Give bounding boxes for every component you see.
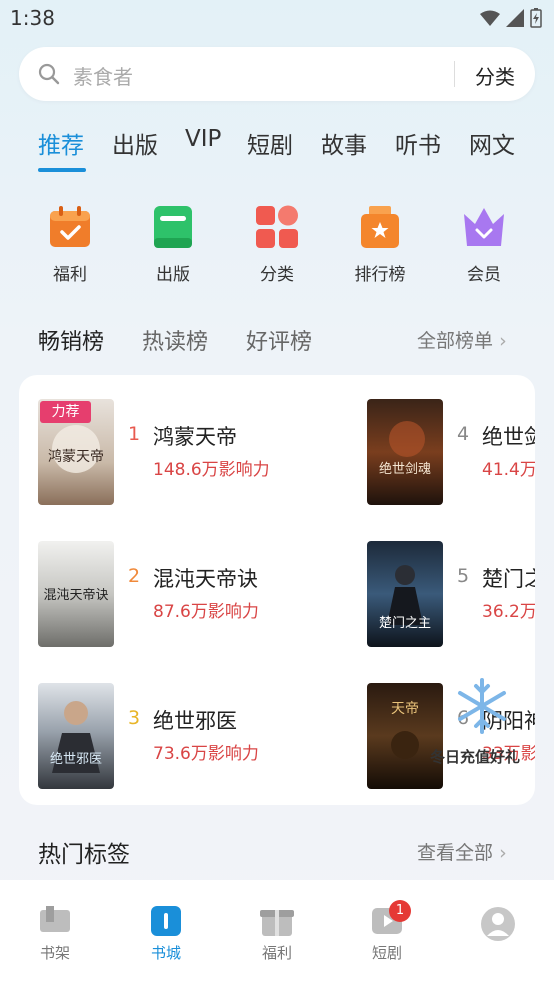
rank-tab-hot[interactable]: 热读榜 bbox=[142, 324, 208, 356]
book-item[interactable]: 绝世剑魂 4 绝世剑 41.4万 bbox=[367, 399, 535, 505]
tab-recommend[interactable]: 推荐 bbox=[38, 126, 84, 160]
svg-text:绝世邪医: 绝世邪医 bbox=[50, 751, 102, 767]
book-item[interactable]: 天帝 6 阴阳神 33万影 bbox=[367, 683, 535, 789]
tab-story[interactable]: 故事 bbox=[321, 126, 367, 160]
book-heat: 36.2万 bbox=[482, 602, 535, 622]
svg-text:鸿蒙天帝: 鸿蒙天帝 bbox=[48, 448, 104, 465]
quick-entry-ranking[interactable]: 排行榜 bbox=[345, 204, 415, 285]
bookstore-icon bbox=[151, 906, 181, 936]
crown-icon bbox=[464, 208, 504, 246]
quick-label-member: 会员 bbox=[467, 265, 501, 285]
book-title: 混沌天帝诀 bbox=[153, 567, 258, 591]
quick-label-category: 分类 bbox=[260, 265, 294, 285]
nav-welfare[interactable]: 福利 bbox=[247, 906, 307, 963]
quick-entry-member[interactable]: 会员 bbox=[449, 204, 519, 285]
book-item[interactable]: 鸿蒙天帝 力荐 1 鸿蒙天帝 148.6万影响力 bbox=[38, 399, 338, 505]
nav-bookstore[interactable]: 书城 bbox=[136, 906, 196, 963]
svg-text:绝世剑魂: 绝世剑魂 bbox=[379, 461, 431, 477]
all-rankings-link[interactable]: 全部榜单 › bbox=[417, 326, 507, 353]
rank-card: 鸿蒙天帝 力荐 1 鸿蒙天帝 148.6万影响力 混沌天帝诀 2 混沌天帝诀 8… bbox=[19, 375, 535, 805]
book-title: 楚门之 bbox=[482, 567, 535, 591]
rank-number: 3 bbox=[128, 707, 141, 729]
status-bar: 1:38 bbox=[0, 0, 554, 36]
gift-box-icon bbox=[260, 910, 294, 936]
hot-tags-title: 热门标签 bbox=[38, 842, 130, 868]
category-button[interactable]: 分类 bbox=[475, 61, 515, 90]
nav-profile[interactable] bbox=[468, 906, 528, 948]
tab-webnovel[interactable]: 网文 bbox=[469, 126, 515, 160]
quick-label-ranking: 排行榜 bbox=[354, 265, 406, 285]
gift-calendar-icon bbox=[50, 206, 90, 247]
hot-tags-more-link[interactable]: 查看全部 › bbox=[417, 838, 507, 865]
status-icons bbox=[480, 8, 542, 28]
chevron-right-icon: › bbox=[499, 330, 507, 352]
svg-text:混沌天帝诀: 混沌天帝诀 bbox=[43, 587, 108, 603]
signal-icon bbox=[506, 9, 524, 27]
category-grid-icon bbox=[256, 205, 298, 248]
chevron-right-icon: › bbox=[499, 842, 507, 864]
quick-label-welfare: 福利 bbox=[53, 265, 87, 285]
book-cover: 绝世剑魂 bbox=[367, 399, 443, 505]
tab-audiobook[interactable]: 听书 bbox=[395, 126, 441, 160]
rank-tabs: 畅销榜 热读榜 好评榜 全部榜单 › bbox=[0, 324, 554, 364]
quick-label-publish: 出版 bbox=[156, 265, 190, 285]
book-icon bbox=[154, 206, 192, 248]
search-bar[interactable]: 素食者 分类 bbox=[19, 47, 535, 101]
hot-tags-more-label: 查看全部 bbox=[417, 842, 494, 864]
bookshelf-icon bbox=[40, 906, 70, 932]
nav-label-bookshelf: 书架 bbox=[39, 944, 70, 962]
nav-bookshelf[interactable]: 书架 bbox=[25, 906, 85, 963]
nav-label-bookstore: 书城 bbox=[150, 944, 181, 962]
avatar-icon bbox=[481, 907, 515, 941]
recommend-badge: 力荐 bbox=[40, 401, 91, 423]
status-time: 1:38 bbox=[10, 6, 55, 30]
book-cover: 绝世邪医 bbox=[38, 683, 114, 789]
book-heat: 73.6万影响力 bbox=[153, 744, 259, 764]
book-title: 绝世剑 bbox=[482, 425, 535, 449]
book-item[interactable]: 绝世邪医 3 绝世邪医 73.6万影响力 bbox=[38, 683, 338, 789]
book-item[interactable]: 混沌天帝诀 2 混沌天帝诀 87.6万影响力 bbox=[38, 541, 338, 647]
snowflake-icon[interactable] bbox=[456, 676, 508, 736]
rank-number: 4 bbox=[457, 423, 470, 445]
rank-number: 2 bbox=[128, 565, 141, 587]
search-input[interactable]: 素食者 bbox=[73, 61, 133, 90]
rank-tab-bestseller[interactable]: 畅销榜 bbox=[38, 324, 104, 356]
trophy-icon bbox=[361, 206, 399, 248]
book-heat: 41.4万 bbox=[482, 460, 535, 480]
book-cover: 鸿蒙天帝 力荐 bbox=[38, 399, 114, 505]
svg-text:天帝: 天帝 bbox=[391, 701, 419, 717]
book-heat: 87.6万影响力 bbox=[153, 602, 259, 622]
tab-underline bbox=[38, 168, 86, 172]
tab-drama[interactable]: 短剧 bbox=[247, 126, 293, 160]
battery-icon bbox=[530, 8, 542, 28]
book-cover: 楚门之主 bbox=[367, 541, 443, 647]
book-item[interactable]: 楚门之主 5 楚门之 36.2万 bbox=[367, 541, 535, 647]
svg-text:楚门之主: 楚门之主 bbox=[379, 616, 431, 631]
quick-entry-publish[interactable]: 出版 bbox=[138, 204, 208, 285]
rank-number: 1 bbox=[128, 423, 141, 445]
book-title: 绝世邪医 bbox=[153, 709, 237, 733]
nav-drama[interactable]: 短剧 1 bbox=[357, 900, 417, 963]
notification-badge: 1 bbox=[389, 900, 411, 922]
book-title: 鸿蒙天帝 bbox=[153, 425, 237, 449]
search-divider bbox=[454, 61, 455, 87]
nav-label-welfare: 福利 bbox=[261, 944, 292, 962]
wifi-icon bbox=[480, 10, 500, 26]
tab-publish[interactable]: 出版 bbox=[112, 126, 158, 160]
rank-tab-praise[interactable]: 好评榜 bbox=[246, 324, 312, 356]
book-cover: 混沌天帝诀 bbox=[38, 541, 114, 647]
quick-entry-welfare[interactable]: 福利 bbox=[35, 204, 105, 285]
tab-vip[interactable]: VIP bbox=[185, 126, 221, 152]
bottom-nav: 书架 书城 福利 短剧 1 bbox=[0, 880, 554, 984]
all-rankings-label: 全部榜单 bbox=[417, 330, 494, 352]
rank-number: 5 bbox=[457, 565, 470, 587]
quick-entry-category[interactable]: 分类 bbox=[242, 204, 312, 285]
nav-label-drama: 短剧 bbox=[371, 944, 402, 962]
search-icon bbox=[38, 63, 60, 85]
promo-text[interactable]: 冬日充值好礼 bbox=[430, 746, 520, 767]
top-tabs: 推荐 出版 VIP 短剧 故事 听书 网文 bbox=[0, 126, 554, 176]
book-heat: 148.6万影响力 bbox=[153, 460, 270, 480]
book-cover: 天帝 bbox=[367, 683, 443, 789]
